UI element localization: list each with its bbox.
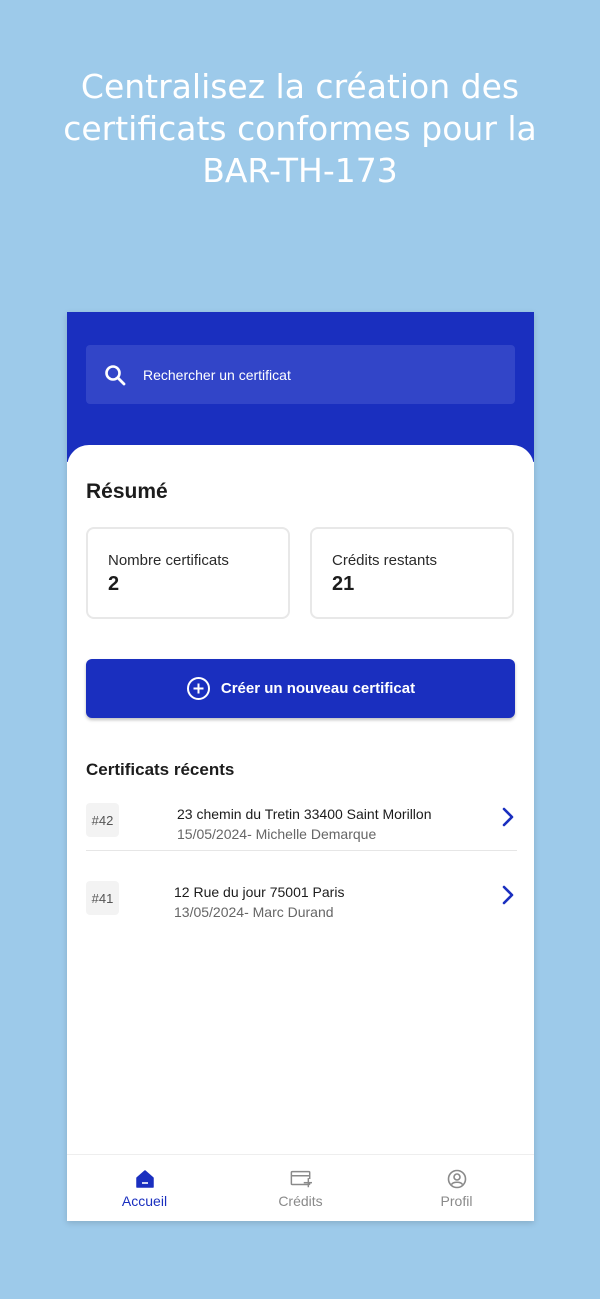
nav-item-profil[interactable]: Profil: [379, 1155, 534, 1221]
nav-item-accueil[interactable]: Accueil: [67, 1155, 222, 1221]
certificates-count-card: Nombre certificats 2: [86, 527, 290, 619]
create-certificate-label: Créer un nouveau certificat: [220, 680, 416, 697]
card-label: Crédits restants: [332, 552, 438, 569]
summary-title: Résumé: [86, 480, 168, 503]
credits-remaining-card: Crédits restants 21: [310, 527, 514, 619]
card-label: Nombre certificats: [108, 552, 229, 569]
app-header: Rechercher un certificat: [67, 312, 534, 462]
search-bar[interactable]: Rechercher un certificat: [86, 345, 515, 404]
certificate-meta: 15/05/2024- Michelle Demarque: [177, 826, 377, 842]
card-value: 21: [332, 573, 355, 595]
promo-headline: Centralisez la création des certificats …: [63, 67, 537, 190]
list-item[interactable]: #41 12 Rue du jour 75001 Paris 13/05/202…: [86, 851, 517, 929]
certificate-id: #41: [86, 881, 119, 915]
certificate-id: #42: [86, 803, 119, 837]
create-certificate-button[interactable]: Créer un nouveau certificat: [86, 659, 515, 718]
chevron-right-icon[interactable]: [501, 885, 515, 905]
certificate-address: 12 Rue du jour 75001 Paris: [174, 884, 345, 900]
nav-item-credits[interactable]: Crédits: [223, 1155, 378, 1221]
nav-label: Profil: [440, 1193, 473, 1209]
certificate-address: 23 chemin du Tretin 33400 Saint Morillon: [177, 806, 432, 822]
phone-screen: Rechercher un certificat Résumé Nombre c…: [67, 312, 534, 1221]
credit-card-icon: [290, 1169, 312, 1189]
plus-circle-icon: [186, 676, 211, 701]
bottom-navigation: Accueil Crédits Profil: [67, 1154, 534, 1221]
search-input[interactable]: Rechercher un certificat: [143, 367, 291, 383]
nav-label: Accueil: [121, 1193, 168, 1209]
chevron-right-icon[interactable]: [501, 807, 515, 827]
nav-label: Crédits: [278, 1193, 323, 1209]
card-value: 2: [108, 573, 120, 595]
search-icon: [103, 363, 127, 387]
content-sheet: Résumé Nombre certificats 2 Crédits rest…: [67, 445, 534, 1221]
user-circle-icon: [446, 1169, 468, 1189]
list-item[interactable]: #42 23 chemin du Tretin 33400 Saint Mori…: [86, 773, 517, 851]
certificate-meta: 13/05/2024- Marc Durand: [174, 904, 334, 920]
home-icon: [134, 1169, 156, 1189]
